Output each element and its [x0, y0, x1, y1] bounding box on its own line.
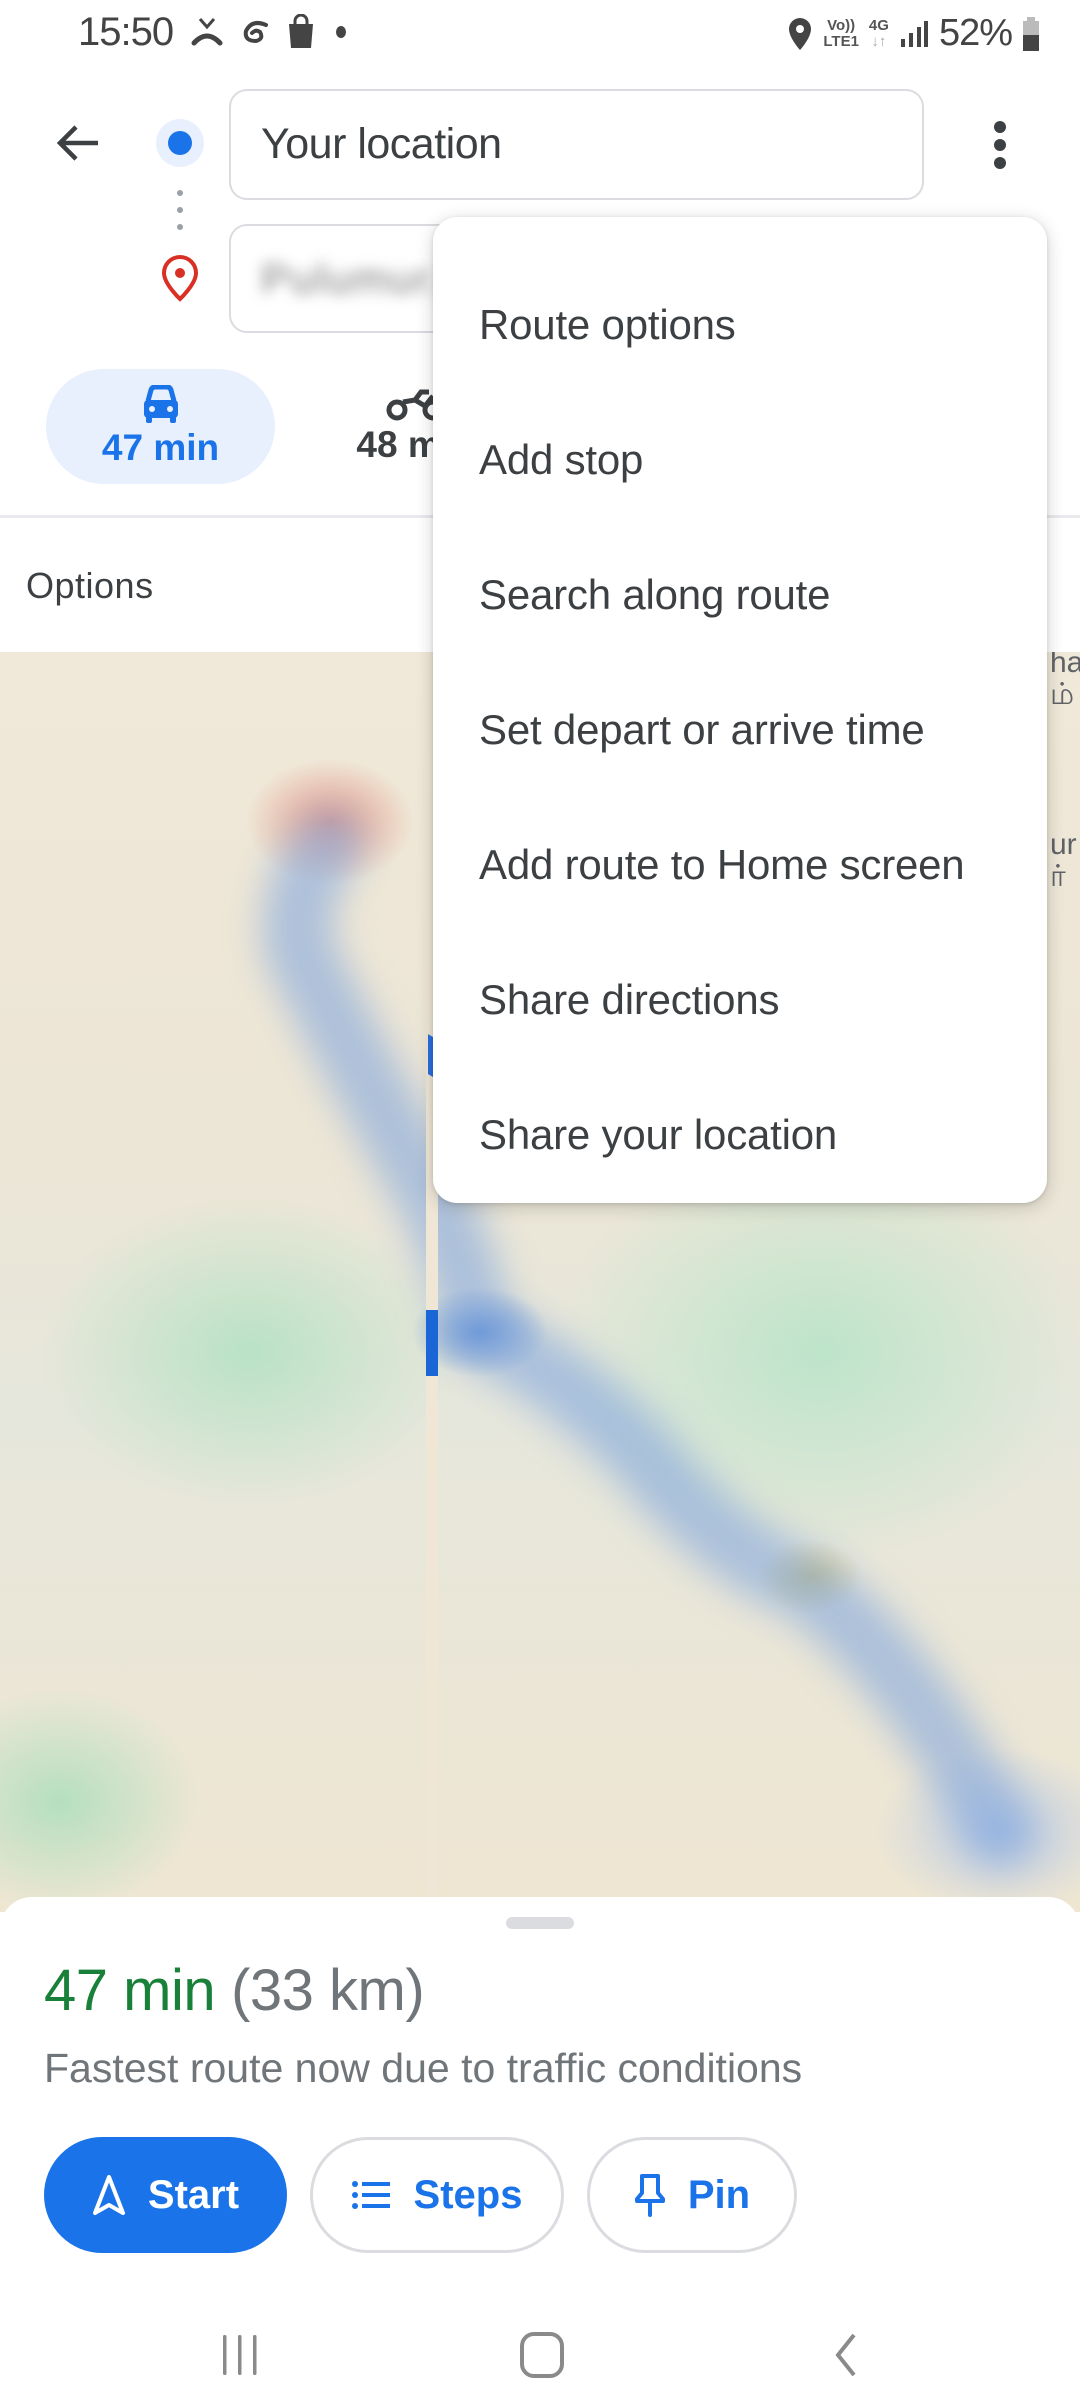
home-icon — [520, 2332, 564, 2378]
system-back-button[interactable] — [800, 2320, 890, 2390]
missed-call-icon — [191, 18, 223, 46]
menu-item-route-options[interactable]: Route options — [433, 257, 1047, 392]
route-duration: 47 min — [44, 1958, 216, 2023]
drag-handle[interactable] — [506, 1917, 574, 1929]
notification-icons — [190, 14, 346, 50]
steps-button-label: Steps — [413, 2172, 523, 2217]
recent-apps-icon — [223, 2335, 257, 2375]
status-time: 15:50 — [78, 10, 174, 54]
menu-item-search-along-route[interactable]: Search along route — [433, 527, 1047, 662]
navigation-arrow-icon — [92, 2175, 125, 2215]
menu-item-share-directions[interactable]: Share directions — [433, 932, 1047, 1067]
location-icon — [789, 17, 812, 50]
menu-item-add-route-home-screen[interactable]: Add route to Home screen — [433, 797, 1047, 932]
route-description: Fastest route now due to traffic conditi… — [44, 2045, 803, 2091]
kebab-dot — [994, 121, 1006, 133]
signal-icon — [900, 20, 928, 47]
back-button[interactable] — [50, 115, 106, 171]
dot-icon — [336, 26, 346, 38]
start-button-label: Start — [147, 2172, 240, 2217]
car-icon — [143, 384, 178, 423]
origin-input-value: Your location — [261, 120, 502, 168]
more-options-button[interactable] — [980, 115, 1020, 175]
steps-button[interactable]: Steps — [310, 2137, 564, 2253]
system-indicators: Vo)) LTE1 4G ↓↑ 52% — [787, 12, 1040, 55]
menu-item-set-depart-arrive-time[interactable]: Set depart or arrive time — [433, 662, 1047, 797]
menu-item-add-stop[interactable]: Add stop — [433, 392, 1047, 527]
mode-tab-driving[interactable]: 47 min — [46, 369, 275, 484]
map-place-label: har — [1050, 652, 1080, 679]
list-icon — [351, 2181, 390, 2209]
shopping-bag-icon — [289, 14, 313, 48]
destination-pin-icon — [161, 254, 199, 302]
map-place-label: ur — [1050, 828, 1077, 861]
network-type: 4G ↓↑ — [868, 16, 889, 50]
start-button[interactable]: Start — [44, 2137, 287, 2253]
route-connector-icon — [177, 190, 183, 241]
origin-input[interactable]: Your location — [229, 89, 924, 200]
pushpin-icon — [634, 2174, 665, 2217]
route-distance: (33 km) — [231, 1958, 425, 2023]
route-summary: 47 min (33 km) — [44, 1957, 425, 2024]
overflow-menu: Route options Add stop Search along rout… — [433, 217, 1047, 1203]
kebab-dot — [994, 157, 1006, 169]
status-bar: 15:50 Vo)) LTE1 4G ↓↑ 52% — [0, 0, 1080, 70]
recent-apps-button[interactable] — [195, 2320, 285, 2390]
system-nav-bar — [0, 2300, 1080, 2408]
pin-button[interactable]: Pin — [587, 2137, 797, 2253]
origin-dot-icon — [156, 119, 204, 167]
home-button[interactable] — [497, 2320, 587, 2390]
system-back-icon — [835, 2333, 856, 2377]
back-arrow-icon — [56, 125, 98, 161]
battery-icon — [1023, 16, 1039, 51]
map-place-label: ம் — [1050, 678, 1075, 711]
pin-button-label: Pin — [687, 2172, 751, 2217]
mode-tab-driving-time: 47 min — [101, 426, 220, 468]
route-segment — [426, 1310, 438, 1376]
menu-item-share-location[interactable]: Share your location — [433, 1067, 1047, 1202]
volte-indicator: Vo)) LTE1 — [823, 16, 859, 50]
options-button[interactable]: Options — [26, 565, 154, 607]
map-place-label: ர் — [1050, 860, 1066, 893]
kebab-dot — [994, 139, 1006, 151]
swirl-app-icon — [243, 21, 268, 44]
battery-percent: 52% — [938, 12, 1013, 54]
